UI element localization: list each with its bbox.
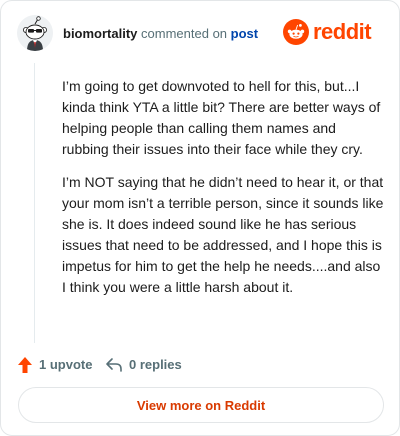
reddit-logo-icon [283,19,309,45]
thread-line [34,63,35,343]
reply-arrow-icon [106,358,122,372]
username-link[interactable]: biomortality [63,26,137,41]
upvote-button[interactable]: 1 upvote [17,355,92,375]
reddit-wordmark: reddit [313,19,372,44]
action-text: commented on [141,26,228,41]
upvote-count: 1 upvote [39,357,93,372]
post-link[interactable]: post [231,26,258,41]
view-more-button[interactable]: View more on Reddit [18,387,384,423]
replies-button[interactable]: 0 replies [105,355,182,375]
comment-body: I’m going to get downvoted to hell for t… [62,76,384,310]
snoo-avatar-icon[interactable] [17,15,53,51]
comment-header: biomortality commented on post reddit [17,15,385,55]
comment-paragraph: I’m NOT saying that he didn’t need to he… [62,174,384,295]
comment-paragraph: I’m going to get downvoted to hell for t… [62,78,381,157]
reddit-brand[interactable]: reddit [283,19,383,47]
upvote-arrow-icon [18,357,32,373]
replies-count: 0 replies [129,357,182,372]
comment-meta: biomortality commented on post [63,26,258,42]
comment-actions: 1 upvote 0 replies [17,355,385,375]
comment-embed-card: biomortality commented on post reddit I’… [0,0,400,436]
